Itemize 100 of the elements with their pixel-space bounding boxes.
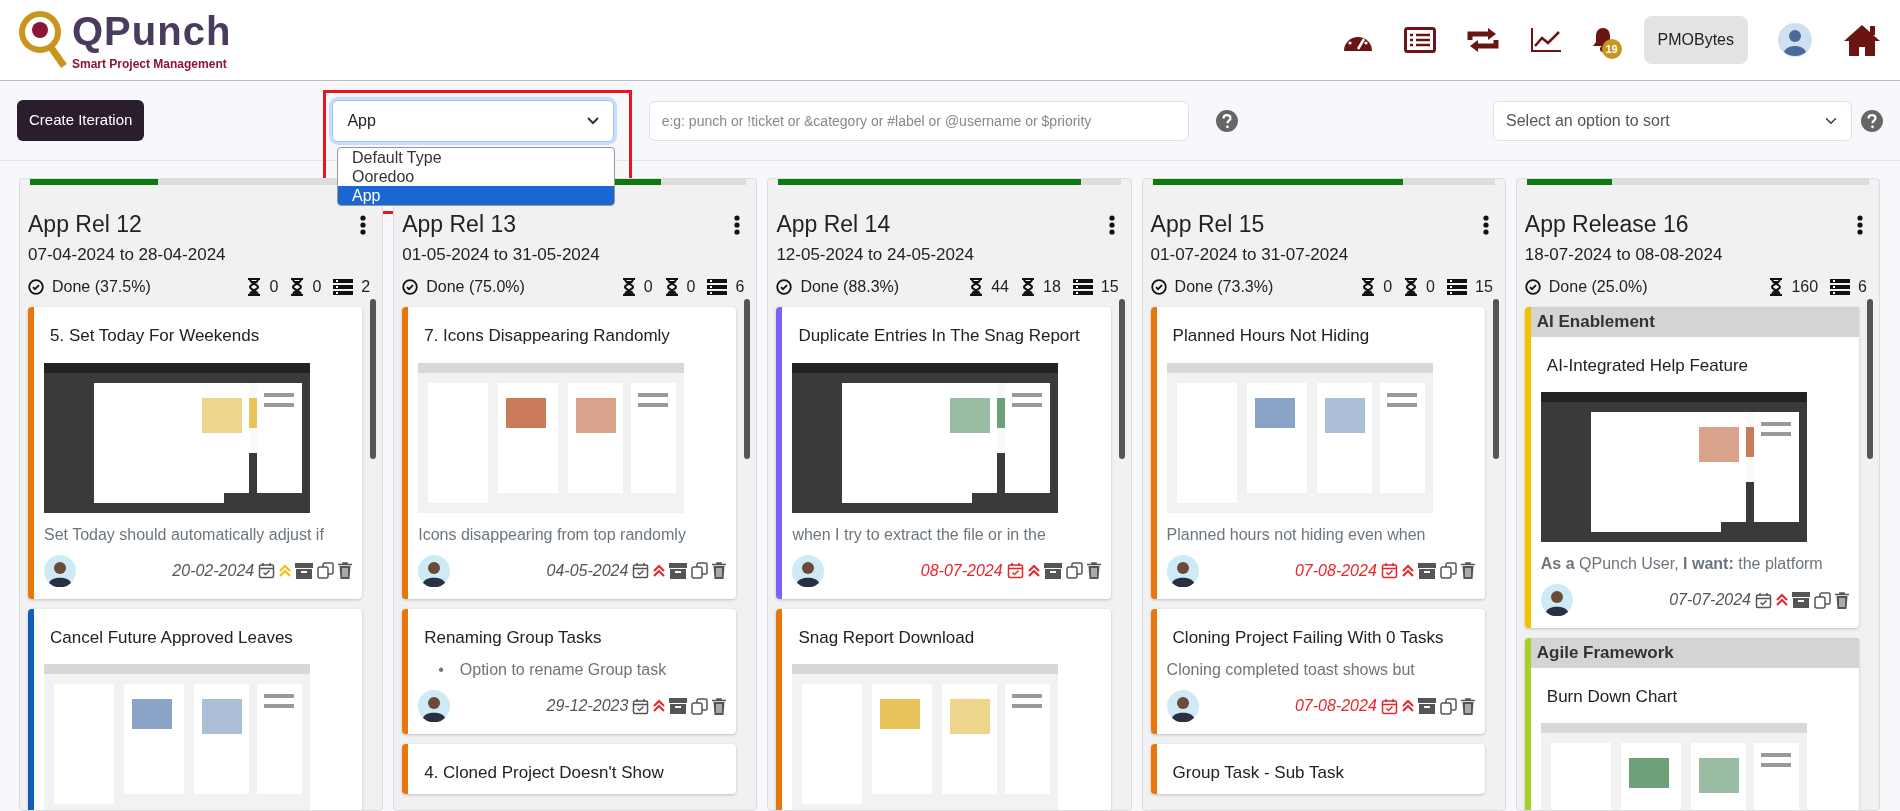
scrollbar[interactable] [1118,299,1125,459]
sort-select[interactable]: Select an option to sort [1493,100,1853,141]
trash-icon[interactable] [338,562,353,579]
copy-icon[interactable] [317,562,335,579]
help-icon[interactable] [1216,109,1238,132]
archive-icon[interactable] [669,698,688,714]
trash-icon[interactable] [1835,591,1849,609]
iteration-dates: 07-04-2024 to 28-04-2024 [28,243,227,266]
check-circle-icon [1524,279,1541,295]
home-icon[interactable] [1842,23,1882,57]
archive-icon[interactable] [1792,592,1810,608]
calendar-check-icon[interactable] [1006,562,1024,579]
task-card[interactable]: Snag Report Download [776,608,1111,810]
repeat-icon[interactable] [1465,27,1500,53]
stat-value: 0 [643,277,653,297]
create-iteration-button[interactable]: Create Iteration [17,100,145,141]
archive-icon[interactable] [295,562,314,579]
archive-icon[interactable] [669,562,688,579]
scrollbar[interactable] [744,299,751,459]
scrollbar[interactable] [1492,299,1499,459]
hourglass-icon [664,278,679,296]
card-title: Snag Report Download [797,626,976,649]
archive-icon[interactable] [1043,562,1062,579]
check-circle-icon [1150,279,1167,295]
task-card[interactable]: 7. Icons Disappearing Randomly Icons disappearing from top randomly 04-05-2024 [402,307,737,599]
user-button[interactable]: PMOBytes [1643,16,1748,64]
task-card[interactable]: Cancel Future Approved Leaves [28,608,363,810]
calendar-check-icon[interactable] [1380,697,1398,715]
done-status: Done (73.3%) [1174,277,1274,297]
kebab-menu-icon[interactable] [360,215,367,235]
scrollbar[interactable] [1867,299,1873,459]
hourglass-icon [247,278,262,296]
check-circle-icon [28,279,44,295]
copy-icon[interactable] [1439,562,1457,579]
iteration-title: App Rel 13 [402,210,516,239]
list-icon [1072,279,1093,295]
calendar-check-icon[interactable] [1380,562,1398,579]
list-icon [707,279,728,295]
task-card[interactable]: 4. Cloned Project Doesn't Show [402,744,737,794]
copy-icon[interactable] [691,562,709,579]
task-card[interactable]: Cloning Project Failing With 0 Tasks Cloning completed toast shows but 07-08-2024 [1150,608,1485,734]
user-avatar[interactable] [1778,23,1812,57]
card-title: Burn Down Chart [1545,685,1679,708]
archive-icon[interactable] [1417,562,1436,579]
help-icon[interactable] [1861,109,1883,132]
kebab-menu-icon[interactable] [1108,215,1115,235]
scrollbar[interactable] [370,299,377,459]
trash-icon[interactable] [712,697,727,715]
list-icon [333,279,354,295]
copy-icon[interactable] [691,697,709,715]
done-status: Done (88.3%) [800,277,900,297]
task-card[interactable]: Agile Framework Burn Down Chart [1524,638,1859,810]
dropdown-option[interactable]: App [338,186,614,205]
card-title: Renaming Group Tasks [423,626,603,649]
calendar-check-icon[interactable] [1755,591,1772,609]
task-card[interactable]: 5. Set Today For Weekends Set Today should automatically adjust if 20-02-2024 [28,307,363,599]
avatar [418,554,451,587]
task-card[interactable]: Duplicate Entries In The Snag Report when I try to extract the file or in the 08-07-2024 [776,307,1111,599]
line-chart-icon[interactable] [1529,27,1562,53]
task-card[interactable]: Planned Hours Not Hiding Planned hours not hiding even when 07-08-2024 [1150,307,1485,599]
check-circle-icon [402,279,419,295]
calendar-check-icon[interactable] [632,562,650,579]
dropdown-option[interactable]: Ooredoo [338,167,614,186]
trash-icon[interactable] [1460,562,1475,579]
calendar-check-icon[interactable] [632,697,650,715]
card-title: Cloning Project Failing With 0 Tasks [1171,626,1445,649]
task-card[interactable]: Group Task - Sub Task [1150,744,1485,794]
kebab-menu-icon[interactable] [1857,215,1863,235]
avatar [1166,690,1199,722]
copy-icon[interactable] [1439,697,1457,715]
copy-icon[interactable] [1814,591,1831,609]
copy-icon[interactable] [1065,562,1083,579]
bullet-marker: • [438,660,444,680]
kebab-menu-icon[interactable] [734,215,741,235]
search-field[interactable]: e:g: punch or !ticket or &category or #label or @username or $priority [648,100,1190,141]
list-icon [1830,279,1851,295]
card-description: Planned hours not hiding even when [1165,524,1427,545]
type-select[interactable]: App [332,99,614,142]
archive-icon[interactable] [1417,698,1436,714]
card-title: Duplicate Entries In The Snag Report [797,325,1081,347]
due-date: 07-08-2024 [1294,560,1377,581]
trash-icon[interactable] [712,562,727,579]
hourglass-icon [1404,278,1419,296]
trash-icon[interactable] [1086,562,1101,579]
card-description: when I try to extract the file or in the [791,524,1047,545]
task-card[interactable]: Renaming Group Tasks • Option to rename Group task 29-12-2023 [402,608,737,734]
card-title: Group Task - Sub Task [1171,762,1345,784]
stat-value: 15 [1475,277,1493,297]
stat-value: 0 [1426,277,1435,297]
avatar [1540,584,1573,616]
dropdown-option[interactable]: Default Type [338,148,614,167]
list-view-icon[interactable] [1403,27,1436,53]
calendar-check-icon[interactable] [258,562,276,579]
card-title: 7. Icons Disappearing Randomly [423,325,671,347]
iteration-dates: 01-07-2024 to 31-07-2024 [1150,243,1350,266]
iteration-dates: 12-05-2024 to 24-05-2024 [776,243,975,266]
kebab-menu-icon[interactable] [1482,215,1489,235]
task-card[interactable]: AI Enablement AI-Integrated Help Feature As a QPunch User, I want: the platform 07-07-2024 [1524,307,1859,628]
card-title: Planned Hours Not Hiding [1171,325,1371,347]
trash-icon[interactable] [1460,697,1475,715]
